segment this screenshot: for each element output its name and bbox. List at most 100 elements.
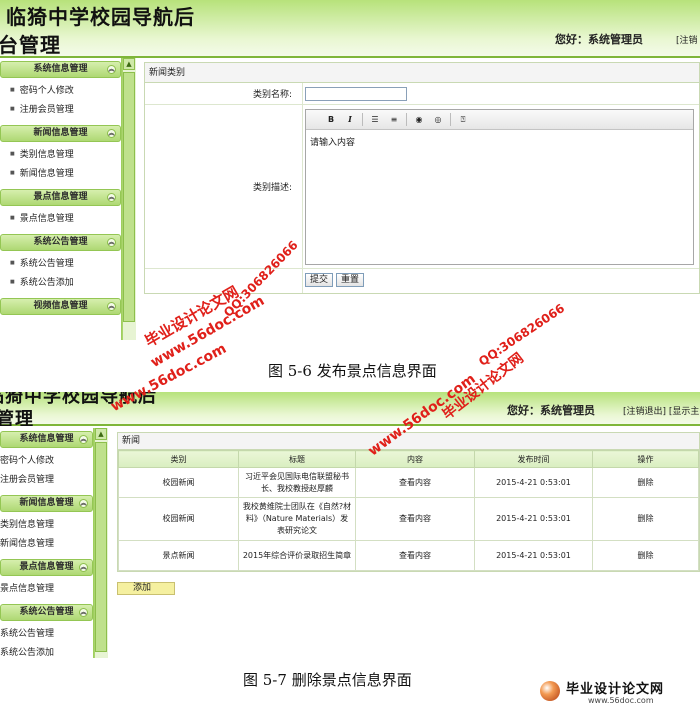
col-time: 发布时间 — [474, 450, 593, 468]
logout-link[interactable]: [注销退出] [显示主 — [623, 404, 699, 417]
sidebar-item-news-manage[interactable]: 新闻信息管理 — [10, 164, 121, 183]
category-name-input[interactable] — [305, 87, 407, 101]
logo-text: 毕业设计论文网 — [566, 682, 665, 697]
collapse-icon[interactable]: ︽ — [79, 499, 88, 508]
sidebar-item-notice-add[interactable]: 系统公告添加 — [10, 273, 121, 292]
sidebar-scrollbar[interactable]: ▲ — [94, 428, 108, 658]
scroll-up-icon[interactable]: ▲ — [123, 58, 135, 70]
sidebar-item-news-manage[interactable]: 新闻信息管理 — [0, 534, 93, 553]
collapse-icon[interactable]: ︽ — [107, 238, 116, 247]
link-icon[interactable]: ◉ — [412, 113, 426, 126]
col-content: 内容 — [355, 450, 475, 468]
sidebar-item-scenic-manage[interactable]: 景点信息管理 — [10, 209, 121, 228]
collapse-icon[interactable]: ︽ — [107, 65, 116, 74]
sidebar-item-member-manage[interactable]: 注册会员管理 — [10, 100, 121, 119]
editor-content[interactable]: 请输入内容 — [306, 130, 693, 153]
sidebar-section-header[interactable]: 视频信息管理 ︽ — [0, 298, 121, 315]
sidebar-item-change-password[interactable]: 密码个人修改 — [10, 81, 121, 100]
scroll-up-icon[interactable]: ▲ — [95, 428, 107, 440]
sidebar-section: 系统公告管理 ︽ 系统公告管理 系统公告添加 — [0, 604, 93, 658]
logout-link[interactable]: [注销 — [676, 33, 698, 46]
section-title: 新闻信息管理 — [33, 128, 88, 138]
sidebar-item-scenic-manage[interactable]: 景点信息管理 — [0, 579, 93, 598]
table-row: 校园新闻 习近平会见国际电信联盟秘书长、我校教授赵厚麟 查看内容 2015-4-… — [118, 467, 699, 498]
add-button[interactable]: 添加 — [117, 582, 175, 595]
sidebar-section-header[interactable]: 系统公告管理 ︽ — [0, 234, 121, 251]
submit-button[interactable]: 提交 — [305, 273, 334, 287]
scroll-thumb[interactable] — [123, 72, 135, 322]
col-action: 操作 — [592, 450, 699, 468]
reset-button[interactable]: 重置 — [336, 273, 365, 287]
delete-link[interactable]: 删除 — [592, 540, 699, 571]
section-title: 系统信息管理 — [33, 64, 88, 74]
sidebar-item-category-manage[interactable]: 类别信息管理 — [0, 515, 93, 534]
sidebar-section-header[interactable]: 系统公告管理 ︽ — [0, 604, 93, 621]
delete-link[interactable]: 删除 — [592, 467, 699, 498]
site-logo: 毕业设计论文网 www.56doc.com — [536, 677, 696, 707]
figure-caption: 图 5-7 删除景点信息界面 — [243, 671, 412, 689]
cell-category: 景点新闻 — [118, 540, 239, 571]
help-icon[interactable]: ⍰ — [456, 113, 470, 126]
sidebar-section: 系统公告管理 ︽ 系统公告管理 系统公告添加 — [0, 234, 121, 295]
table-row: 校园新闻 我校黄维院士团队在《自然?材料》（Nature Materials）发… — [118, 497, 699, 541]
sidebar-item-member-manage[interactable]: 注册会员管理 — [0, 470, 93, 489]
header-banner: 临猗中学校园导航后 台管理 您好：系统管理员 [注销 — [0, 0, 700, 58]
col-title: 标题 — [238, 450, 356, 468]
cell-category: 校园新闻 — [118, 497, 239, 541]
news-table: 类别 标题 内容 发布时间 操作 校园新闻 习近平会见国际电信联盟秘书长、我校教… — [118, 450, 699, 571]
sidebar-section-header[interactable]: 新闻信息管理 ︽ — [0, 495, 93, 512]
sidebar-item-notice-manage[interactable]: 系统公告管理 — [10, 254, 121, 273]
collapse-icon[interactable]: ︽ — [79, 563, 88, 572]
sidebar-item-notice-manage[interactable]: 系统公告管理 — [0, 624, 93, 643]
category-name-label: 类别名称: — [252, 90, 292, 100]
collapse-icon[interactable]: ︽ — [107, 302, 116, 311]
cell-title: 2015年综合评价录取招生简章 — [238, 540, 356, 571]
sidebar-item-category-manage[interactable]: 类别信息管理 — [10, 145, 121, 164]
site-title-cont: 管理 — [0, 409, 34, 426]
sidebar-scrollbar[interactable]: ▲ — [122, 58, 136, 340]
unlink-icon[interactable]: ◎ — [431, 113, 445, 126]
italic-icon[interactable]: I — [343, 113, 357, 126]
scroll-thumb[interactable] — [95, 442, 107, 652]
logo-url: www.56doc.com — [588, 696, 654, 705]
sidebar-section-header[interactable]: 系统信息管理 ︽ — [0, 61, 121, 78]
category-desc-label: 类别描述: — [252, 183, 292, 193]
delete-link[interactable]: 删除 — [592, 497, 699, 541]
bold-icon[interactable]: B — [324, 113, 338, 126]
sidebar-item-notice-add[interactable]: 系统公告添加 — [0, 643, 93, 658]
site-title: 临猗中学校园导航后 — [6, 5, 195, 29]
cell-time: 2015-4-21 0:53:01 — [474, 540, 593, 571]
news-list-panel: 新闻 类别 标题 内容 发布时间 操作 校园新闻 习近平会见国际电信联盟秘书长、… — [117, 432, 700, 572]
unordered-list-icon[interactable]: ≡ — [387, 113, 401, 126]
sidebar-section-header[interactable]: 系统信息管理 ︽ — [0, 431, 93, 448]
logo-ball-icon — [540, 681, 560, 701]
view-content-link[interactable]: 查看内容 — [355, 540, 475, 571]
section-title: 视频信息管理 — [33, 301, 88, 311]
view-content-link[interactable]: 查看内容 — [355, 497, 475, 541]
sidebar-section-header[interactable]: 景点信息管理 ︽ — [0, 189, 121, 206]
toolbar-divider — [362, 113, 363, 126]
sidebar: 系统信息管理 ︽ 密码个人修改 注册会员管理 新闻信息管理 ︽ 类别信息管理 新闻信… — [0, 428, 94, 658]
ordered-list-icon[interactable]: ☰ — [368, 113, 382, 126]
sidebar-section: 系统信息管理 ︽ 密码个人修改 注册会员管理 — [0, 61, 121, 122]
sidebar: 系统信息管理 ︽ 密码个人修改 注册会员管理 新闻信息管理 ︽ 类别信息管理 新闻信… — [0, 58, 122, 340]
sidebar-section: 景点信息管理 ︽ 景点信息管理 — [0, 189, 121, 231]
sidebar-section-header[interactable]: 新闻信息管理 ︽ — [0, 125, 121, 142]
screenshot-publish-category: 临猗中学校园导航后 台管理 您好：系统管理员 [注销 系统信息管理 ︽ 密码个人修… — [0, 0, 700, 340]
cell-time: 2015-4-21 0:53:01 — [474, 467, 593, 498]
collapse-icon[interactable]: ︽ — [79, 435, 88, 444]
section-title: 系统公告管理 — [19, 607, 74, 617]
header-banner: 临猗中学校园导航后 管理 您好：系统管理员 [注销退出] [显示主 — [0, 392, 700, 426]
rich-text-editor[interactable]: B I ☰ ≡ ◉ ◎ ⍰ 请输入内容 — [305, 109, 694, 265]
collapse-icon[interactable]: ︽ — [107, 129, 116, 138]
collapse-icon[interactable]: ︽ — [107, 193, 116, 202]
sidebar-section: 新闻信息管理 ︽ 类别信息管理 新闻信息管理 — [0, 495, 93, 556]
collapse-icon[interactable]: ︽ — [79, 608, 88, 617]
sidebar-section-header[interactable]: 景点信息管理 ︽ — [0, 559, 93, 576]
panel-title: 新闻类别 — [145, 63, 699, 83]
view-content-link[interactable]: 查看内容 — [355, 467, 475, 498]
sidebar-section: 系统信息管理 ︽ 密码个人修改 注册会员管理 — [0, 431, 93, 492]
section-title: 景点信息管理 — [19, 562, 74, 572]
table-header-row: 类别 标题 内容 发布时间 操作 — [118, 450, 699, 468]
sidebar-item-change-password[interactable]: 密码个人修改 — [0, 451, 93, 470]
